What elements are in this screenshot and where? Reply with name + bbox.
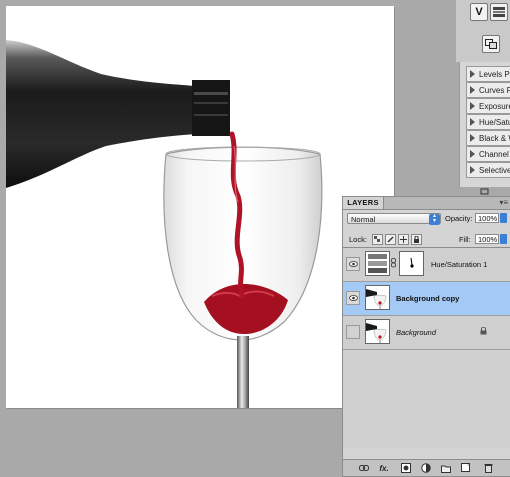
adjustment-label: Hue/Satu <box>479 117 510 127</box>
layers-tab-bar: LAYERS ▾≡ <box>343 197 510 210</box>
screen-mode-icon[interactable] <box>482 35 500 53</box>
lock-label: Lock: <box>349 235 367 244</box>
text-tool-icon[interactable]: V <box>470 3 488 21</box>
expand-triangle-icon[interactable] <box>470 166 475 174</box>
expand-triangle-icon[interactable] <box>470 134 475 142</box>
group-icon[interactable] <box>441 463 451 473</box>
tool-options-strip: V <box>456 0 510 62</box>
adjustment-preset-selective-color[interactable]: Selective <box>466 162 510 178</box>
wine-photo <box>6 40 323 408</box>
lock-pixels-brush-icon[interactable] <box>385 234 396 245</box>
adjustment-label: Curves Pr <box>479 85 510 95</box>
adjustment-preset-levels[interactable]: Levels Pr <box>466 66 510 82</box>
opacity-label: Opacity: <box>445 214 473 223</box>
expand-triangle-icon[interactable] <box>470 102 475 110</box>
expand-triangle-icon[interactable] <box>470 150 475 158</box>
adjustment-preset-channel-mixer[interactable]: Channel <box>466 146 510 162</box>
layers-list: Hue/Saturation 1 Background copy Backgro… <box>343 247 510 448</box>
panel-menu-icon[interactable]: ▾≡ <box>499 198 508 207</box>
adjustment-preset-hue-saturation[interactable]: Hue/Satu <box>466 114 510 130</box>
layers-panel: LAYERS ▾≡ Normal ▴ ▾ Opacity: 100% Lock: … <box>342 196 510 477</box>
adjustments-panel: Levels Pr Curves Pr Exposure Hue/Satu Bl… <box>459 62 510 187</box>
fill-slider-button[interactable] <box>500 234 507 244</box>
layer-thumbnail <box>365 285 390 310</box>
visibility-empty-icon[interactable] <box>346 325 360 339</box>
adjustment-preset-exposure[interactable]: Exposure <box>466 98 510 114</box>
layer-row-hue-saturation[interactable]: Hue/Saturation 1 <box>343 248 510 282</box>
eye-icon[interactable] <box>346 291 360 305</box>
document-canvas[interactable] <box>6 6 394 408</box>
link-icon[interactable] <box>359 463 369 473</box>
expand-triangle-icon[interactable] <box>470 118 475 126</box>
lock-icon <box>480 326 487 335</box>
v-glyph-icon: V <box>475 6 483 18</box>
trash-icon[interactable] <box>483 463 493 473</box>
fill-input[interactable]: 100% <box>475 234 499 244</box>
lock-position-move-icon[interactable] <box>398 234 409 245</box>
fill-label: Fill: <box>459 235 471 244</box>
eye-icon[interactable] <box>346 257 360 271</box>
mask-icon[interactable] <box>401 463 411 473</box>
dropdown-arrows-icon: ▴ ▾ <box>429 213 440 225</box>
adjustment-label: Selective <box>479 165 510 175</box>
expand-triangle-icon[interactable] <box>470 86 475 94</box>
blend-mode-value: Normal <box>351 215 376 224</box>
layer-thumbnail <box>365 319 390 344</box>
adjustment-icon[interactable] <box>421 463 431 473</box>
adjustment-preset-black-white[interactable]: Black & W <box>466 130 510 146</box>
opacity-input[interactable]: 100% <box>475 213 499 223</box>
adjustment-layer-icon <box>365 251 390 276</box>
lock-all-icon[interactable] <box>411 234 422 245</box>
layers-footer-toolbar: fx. <box>343 459 510 476</box>
chain-link-icon[interactable] <box>391 258 396 268</box>
adjustment-label: Black & W <box>479 133 510 143</box>
layer-name[interactable]: Background <box>396 328 436 337</box>
fx-icon[interactable]: fx. <box>379 463 389 473</box>
layer-mask-thumbnail[interactable] <box>399 251 424 276</box>
adjustment-label: Levels Pr <box>479 69 510 79</box>
swatch-grid-icon[interactable] <box>490 3 508 21</box>
adjustment-label: Channel <box>479 149 509 159</box>
layer-name[interactable]: Hue/Saturation 1 <box>431 260 487 269</box>
panel-resize-icon[interactable] <box>480 188 490 196</box>
layer-row-background[interactable]: Background <box>343 316 510 350</box>
layers-tab[interactable]: LAYERS <box>343 197 384 209</box>
adjustment-preset-curves[interactable]: Curves Pr <box>466 82 510 98</box>
blend-mode-select[interactable]: Normal ▴ ▾ <box>347 213 441 225</box>
windows-icon <box>485 39 497 49</box>
new-layer-icon[interactable] <box>461 463 471 473</box>
layer-name[interactable]: Background copy <box>396 294 459 303</box>
lock-transparency-icon[interactable] <box>372 234 383 245</box>
layer-row-background-copy[interactable]: Background copy <box>343 282 510 316</box>
grid-icon <box>493 7 505 17</box>
expand-triangle-icon[interactable] <box>470 70 475 78</box>
opacity-slider-button[interactable] <box>500 213 507 223</box>
adjustment-label: Exposure <box>479 101 510 111</box>
